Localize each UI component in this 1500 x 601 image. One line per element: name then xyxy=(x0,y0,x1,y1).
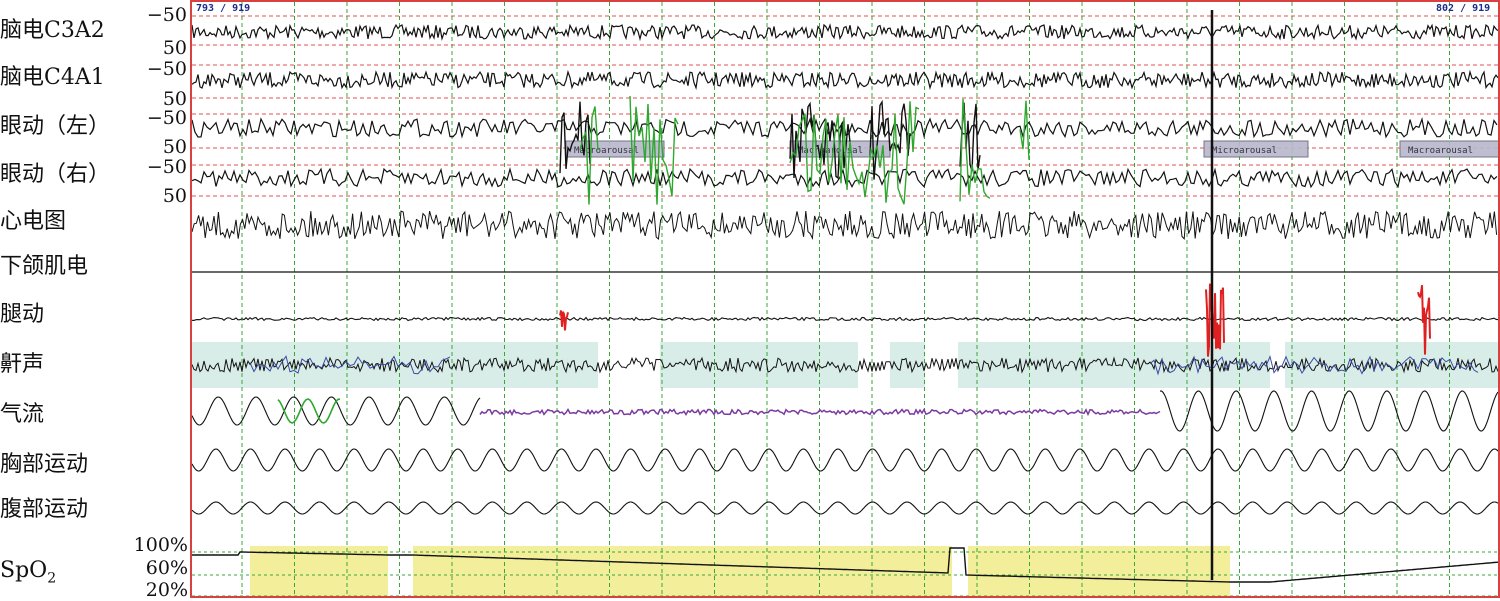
background-bands xyxy=(190,342,1500,597)
label-abdomen-movement: 腹部运动 xyxy=(0,497,89,522)
signal-traces xyxy=(191,10,1499,583)
plot-border xyxy=(190,0,1500,598)
label-snore: 鼾声 xyxy=(0,352,45,377)
airflow-green xyxy=(277,398,341,424)
label-chest-movement: 胸部运动 xyxy=(0,452,89,477)
scale-c3a2-top: −50 xyxy=(146,4,187,26)
scale-c3a2-bottom: 50 xyxy=(162,37,187,59)
trace-leg-movement xyxy=(191,316,1499,322)
arousal-label-2: Microarousal xyxy=(1212,146,1277,156)
label-leg-movement: 腿动 xyxy=(0,302,45,327)
arousal-events: Macroarousal Macroarousal Microarousal Macr… xyxy=(565,140,1500,158)
trace-airflow-post xyxy=(1159,390,1499,432)
epoch-counter-left: 793 / 919 xyxy=(196,3,250,14)
arousal-label-3: Macroarousal xyxy=(1408,146,1473,156)
scale-eogl-top: −50 xyxy=(146,107,187,129)
spo2-band-1 xyxy=(413,546,952,597)
label-eeg-c3a2: 脑电C3A2 xyxy=(0,18,105,43)
label-airflow: 气流 xyxy=(0,402,45,427)
trace-eeg-c3a2 xyxy=(191,23,1499,42)
signal-plot[interactable]: Macroarousal Macroarousal Microarousal Macr… xyxy=(190,0,1500,599)
trace-eeg-c4a1 xyxy=(191,69,1499,91)
label-eog-right: 眼动（右） xyxy=(0,162,111,187)
trace-abdomen xyxy=(191,501,1499,515)
trace-chest xyxy=(191,448,1499,472)
spo2-band-2 xyxy=(968,546,1230,597)
scale-eogr-top: −50 xyxy=(146,156,187,178)
spo2-tick-20: 20% xyxy=(145,579,188,601)
trace-eog-right xyxy=(191,166,1498,189)
arousal-label-1: Macroarousal xyxy=(798,146,863,156)
grid-lines xyxy=(192,2,1498,597)
leg-burst-0 xyxy=(559,310,569,331)
spo2-tick-60: 60% xyxy=(145,557,188,579)
label-ecg: 心电图 xyxy=(0,209,67,234)
label-chin-emg: 下颌肌电 xyxy=(0,254,89,279)
label-spo2: SpO2 xyxy=(0,558,57,587)
scale-eogl-bottom: 50 xyxy=(162,136,187,158)
scale-eogr-bottom: 50 xyxy=(162,185,187,207)
label-eog-left: 眼动（左） xyxy=(0,114,111,139)
trace-ecg xyxy=(191,210,1498,241)
channel-labels: 脑电C3A2 脑电C4A1 眼动（左） 眼动（右） 心电图 下颌肌电 腿动 鼾声… xyxy=(0,0,190,601)
spo2-tick-100: 100% xyxy=(133,534,188,556)
scale-c4a1-bottom: 50 xyxy=(162,88,187,110)
epoch-counter-right: 802 / 919 xyxy=(1436,3,1490,14)
scale-c4a1-top: −50 xyxy=(146,58,187,80)
label-eeg-c4a1: 脑电C4A1 xyxy=(0,65,105,90)
eog-burst-black-0 xyxy=(559,101,591,174)
